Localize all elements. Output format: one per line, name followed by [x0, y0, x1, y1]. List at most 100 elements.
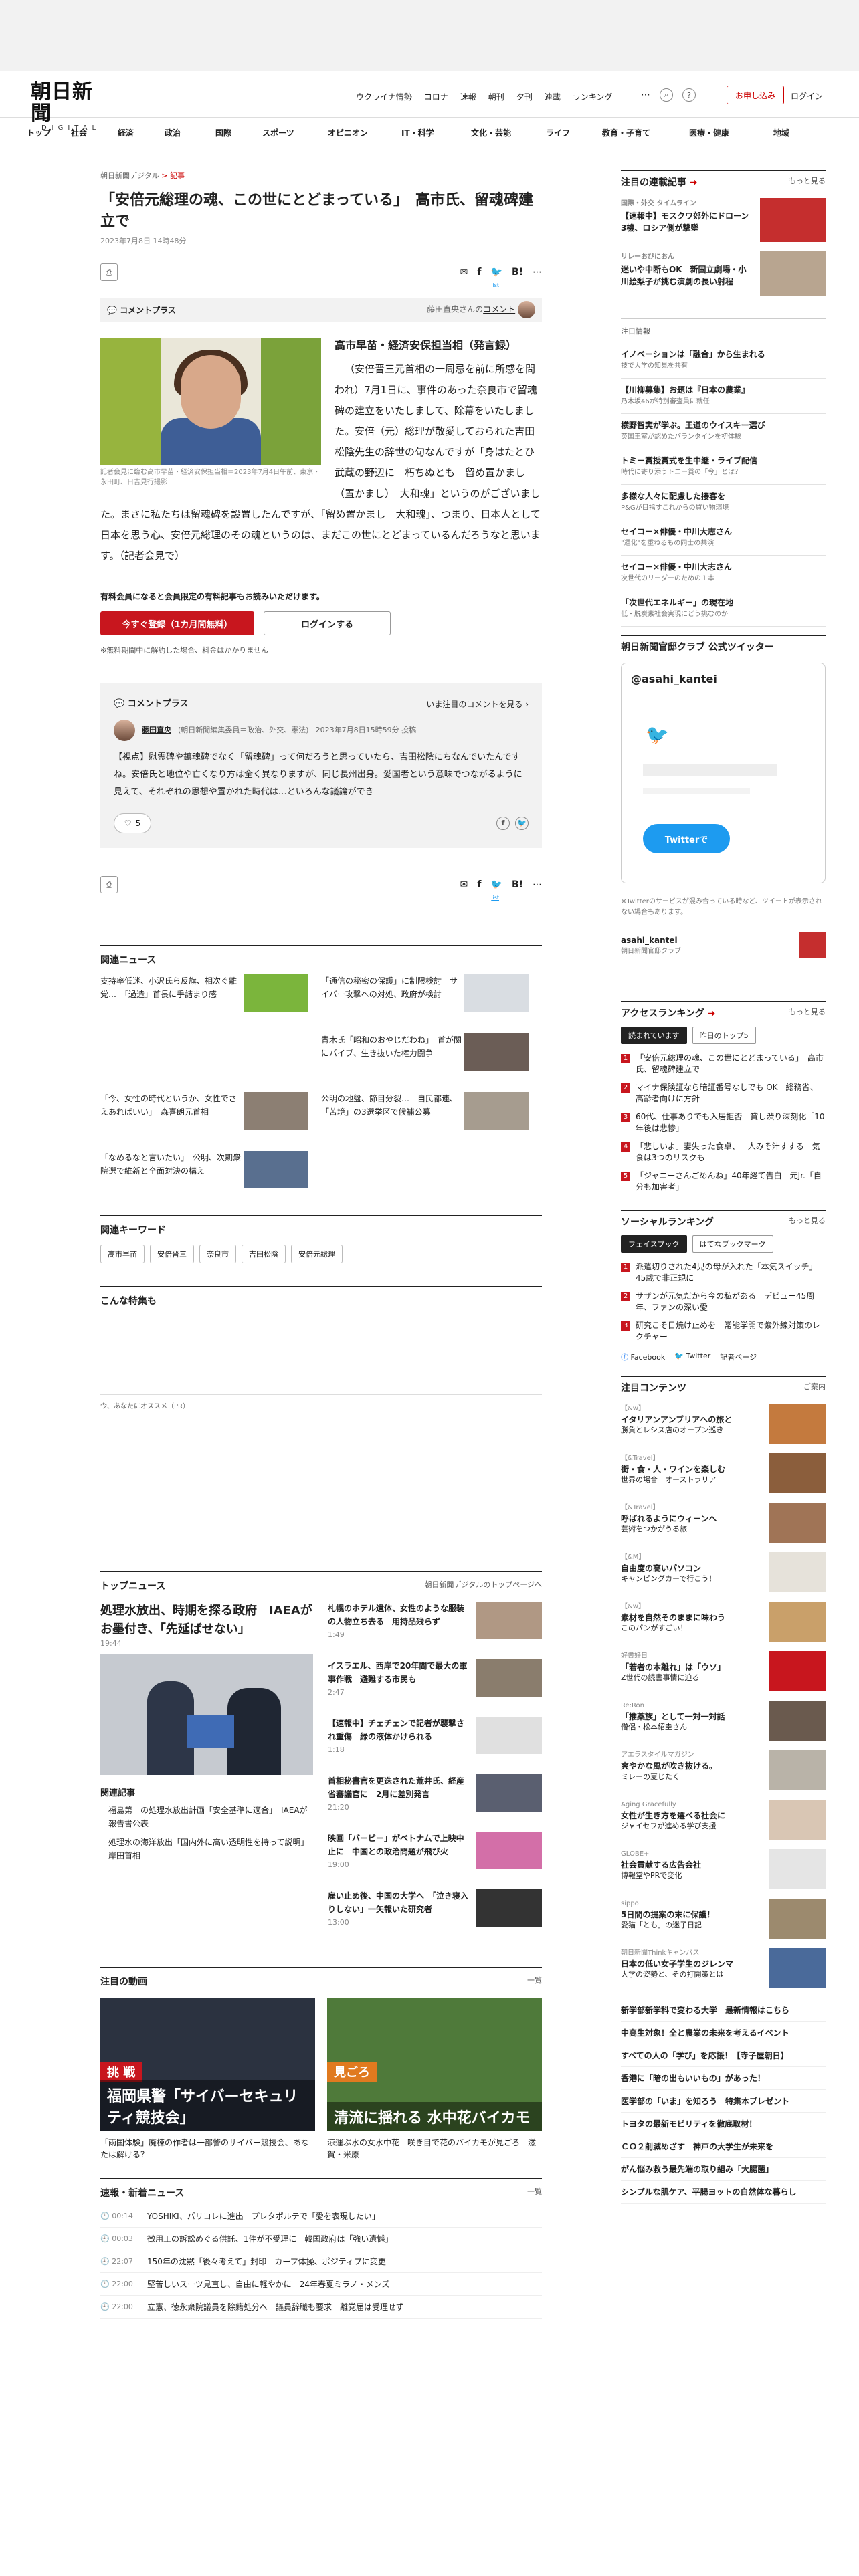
- ranking-item[interactable]: 3 60代、仕事ありでも入居拒否 貸し渋り深刻化「10年後は悲惨」: [621, 1108, 826, 1138]
- ranking-item[interactable]: 2 サザンが元気だから今の私がある デビュー45周年、ファンの深い愛: [621, 1287, 826, 1317]
- nav-item[interactable]: コロナ: [424, 91, 448, 102]
- related-item[interactable]: 「通信の秘密の保護」に制限検討 サイバー攻撃への対処、政府が検討: [321, 974, 542, 1033]
- keyword-tag[interactable]: 吉田松陰: [242, 1245, 286, 1263]
- twitter-handle[interactable]: @asahi_kantei: [622, 663, 825, 695]
- ranking-item[interactable]: 2 マイナ保険証なら暗証番号なしでも OK 総務省、高齢者向けに方針: [621, 1079, 826, 1108]
- top-news-lead-image[interactable]: [100, 1654, 313, 1775]
- ranking-item[interactable]: 5 「ジャニーさんごめんね」40年経て告白 元Jr.「自分も加害者」: [621, 1167, 826, 1196]
- more-link-item[interactable]: トヨタの最新モビリティを徹底取材！: [621, 2113, 826, 2135]
- tab-yesterday-top5[interactable]: 昨日のトップ5: [692, 1027, 756, 1044]
- content-item[interactable]: Re:Ron 「推薬族」として一対一対話 僧侶・松本紹圭さん: [621, 1701, 826, 1741]
- twitter-icon[interactable]: 🐦: [491, 267, 502, 278]
- tab-hatena[interactable]: はてなブックマーク: [692, 1235, 773, 1253]
- category-item[interactable]: 教育・子育て: [602, 127, 689, 138]
- nav-item[interactable]: ウクライナ情勢: [356, 91, 412, 102]
- promo-item[interactable]: トミー賞授賞式を生中継・ライブ配信 時代に寄り添うトニー賞の「今」とは？: [621, 449, 826, 485]
- content-item[interactable]: sippo 5日間の提案の末に保護！ 愛猫「とも」の迷子日記: [621, 1899, 826, 1939]
- contents-more-link[interactable]: ご案内: [803, 1381, 826, 1394]
- hatena-icon[interactable]: B!: [512, 267, 523, 278]
- login-link[interactable]: ログイン: [791, 90, 823, 102]
- more-link-item[interactable]: 新学部新学科で変わる大学 最新情報はこちら: [621, 1999, 826, 2022]
- category-item[interactable]: ライフ: [546, 127, 602, 138]
- promo-item[interactable]: 横野智実が学ぶ。王道のウイスキー選び 英国王室が認めたバランタインを初体験: [621, 414, 826, 449]
- more-link-item[interactable]: 中高生対象！全と農業の未来を考えるイベント: [621, 2022, 826, 2044]
- mail-icon[interactable]: ✉: [460, 879, 468, 890]
- content-item[interactable]: 【&w】 イタリアンアンブリアへの旅と 勝負とレシス店のオープン巡き: [621, 1404, 826, 1444]
- search-icon[interactable]: ⌕: [660, 88, 673, 102]
- ranking-item[interactable]: 4 「悲しいよ」妻失った食卓、一人みそ汁すする 気食は3つのリスクも: [621, 1138, 826, 1167]
- category-item[interactable]: 医療・健康: [689, 127, 773, 138]
- more-share-icon[interactable]: ⋯: [533, 267, 542, 278]
- ranking-more-link[interactable]: もっと見る: [789, 1006, 826, 1020]
- related-item[interactable]: 支持率低迷、小沢氏ら反旗、相次ぐ離党… 「過造」首長に手詰まり感: [100, 974, 321, 1033]
- social-more-link[interactable]: もっと見る: [789, 1215, 826, 1228]
- top-news-item[interactable]: 【速報中】チェチェンで記者が襲撃され重傷 緑の液体かけられる 1:18: [328, 1717, 542, 1774]
- related-item[interactable]: 青木氏「昭和のおやじだわね」 首が関にパイプ、生き抜いた権力闘争: [321, 1033, 542, 1092]
- register-button[interactable]: お申し込み: [727, 86, 784, 104]
- more-link-item[interactable]: 医学部の「いま」を知ろう 特集本プレゼント: [621, 2090, 826, 2113]
- content-item[interactable]: 【&Travel】 呼ばれるようにウィーンへ 芸術をつかがうる旅: [621, 1503, 826, 1543]
- related-item[interactable]: 「今、女性の時代というか、女性でさえあればいい」 森喜朗元首相: [100, 1092, 321, 1151]
- related-item[interactable]: 「なめるなと言いたい」 公明、次期衆院選で維新と全面対決の構え: [100, 1151, 321, 1210]
- promo-item[interactable]: 多様な人々に配慮した接客を P&Gが目指すこれからの買い物環境: [621, 485, 826, 520]
- category-item[interactable]: オピニオン: [328, 127, 401, 138]
- category-item[interactable]: 経済: [118, 127, 165, 138]
- facebook-link[interactable]: ⓕ Facebook: [621, 1352, 665, 1362]
- content-item[interactable]: 【&w】 素材を自然そのままに味わう このパンがすごい！: [621, 1602, 826, 1642]
- twitter-link[interactable]: 🐦 Twitter: [674, 1352, 710, 1362]
- related-item[interactable]: 公明の地盤、節目分裂… 自民都連、「苦境」の3選挙区で候補公募: [321, 1092, 542, 1151]
- twitter-icon[interactable]: 🐦: [491, 879, 502, 890]
- content-item[interactable]: 好書好日 「若者の本離れ」は「ウソ」 Z世代の読書事情に迫る: [621, 1651, 826, 1691]
- series-more-link[interactable]: もっと見る: [789, 175, 826, 189]
- breaking-more-link[interactable]: 一覧: [527, 2186, 542, 2199]
- tab-most-read[interactable]: 読まれています: [621, 1027, 687, 1044]
- promo-item[interactable]: イノベーションは「融合」から生まれる 技で大学の知見を共有: [621, 343, 826, 379]
- list-link[interactable]: list: [100, 282, 542, 288]
- breaking-item[interactable]: 🕘 00:03 徴用工の訴訟めぐる供託、1件が不受理に 韓国政府は「強い遺憾」: [100, 2228, 542, 2250]
- promo-item[interactable]: 【川柳募集】お題は『日本の農業』 乃木坂46が特別審査員に就任: [621, 379, 826, 414]
- breadcrumb-site[interactable]: 朝日新聞デジタル: [100, 171, 159, 180]
- content-item[interactable]: アエラスタイルマガジン 爽やかな風が吹き抜ける。 ミレーの夏じたく: [621, 1750, 826, 1790]
- nav-item[interactable]: 朝刊: [488, 91, 504, 102]
- ranking-item[interactable]: 1 派遣切りされた4児の母が入れた「本気スイッチ」 45歳で非正規に: [621, 1258, 826, 1287]
- article-photo[interactable]: 記者会見に臨む高市早苗・経済安保担当相＝2023年7月4日午前、東京・永田町、日…: [100, 338, 321, 488]
- breaking-item[interactable]: 🕘 00:14 YOSHIKI、パリコレに進出 プレタポルテで「愛を表現したい」: [100, 2205, 542, 2228]
- series-item[interactable]: リレーおぴにおん 迷いや中断もOK 新国立劇場・小川絵梨子が挑む演劇の長い射程: [621, 251, 826, 296]
- tab-facebook[interactable]: フェイスブック: [621, 1235, 687, 1253]
- content-item[interactable]: GLOBE+ 社会貢献する広告会社 博報堂やPRで変化: [621, 1849, 826, 1889]
- breaking-item[interactable]: 🕘 22:07 150年の沈黙「後々考えて」封印 カープ体操、ポジティブに変更: [100, 2250, 542, 2273]
- top-news-item[interactable]: 映画「バービー」がベトナムで上映中止に 中国との政治問題が飛び火 19:00: [328, 1832, 542, 1889]
- top-news-item[interactable]: 首相秘書官を更迭された荒井氏、経産省審議官に 2月に差別発言 21:20: [328, 1774, 542, 1832]
- breaking-item[interactable]: 🕘 22:00 堅苦しいスーツ見直し、自由に軽やかに 24年春夏ミラノ・メンズ: [100, 2273, 542, 2296]
- twitter-follow-button[interactable]: Twitterで: [643, 824, 730, 853]
- facebook-icon[interactable]: f: [477, 267, 481, 278]
- ranking-item[interactable]: 1 「安倍元総理の魂、この世にとどまっている」 高市氏、留魂碑建立で: [621, 1049, 826, 1079]
- asahi-logo[interactable]: 朝日新聞 DIGITAL: [31, 82, 111, 132]
- hatena-icon[interactable]: B!: [512, 879, 523, 890]
- subscribe-button[interactable]: 今すぐ登録（1カ月間無料）: [100, 611, 254, 635]
- content-item[interactable]: 朝日新聞Thinkキャンパス 日本の低い女子学生のジレンマ 大学の姿勢と、その打開策…: [621, 1948, 826, 1988]
- category-item[interactable]: スポーツ: [262, 127, 328, 138]
- more-link-item[interactable]: がん悩み救う最先端の取り組み「大腸菌」: [621, 2158, 826, 2181]
- breaking-item[interactable]: 🕘 22:00 立憲、徳永衆院議員を除籍処分へ 議員辞職も要求 離党届は受理せず: [100, 2296, 542, 2319]
- content-item[interactable]: 【&Travel】 街・食・人・ワインを楽しむ 世界の場合 オーストラリア: [621, 1453, 826, 1493]
- view-all-comments-link[interactable]: いま注目のコメントを見る ›: [426, 695, 529, 713]
- facebook-icon[interactable]: f: [496, 817, 510, 830]
- nav-item[interactable]: ランキング: [573, 91, 613, 102]
- breadcrumb-category[interactable]: 記事: [170, 171, 185, 180]
- video-item[interactable]: 見ごろ 清流に揺れる 水中花バイカモ 涼運ぶ水の女水中花 咲き目で花のバイカモが…: [327, 1998, 542, 2161]
- more-link-item[interactable]: すべての人の「学び」を応援！【寺子屋朝日】: [621, 2044, 826, 2067]
- twitter-icon[interactable]: 🐦: [515, 817, 529, 830]
- mail-icon[interactable]: ✉: [460, 267, 468, 278]
- more-link-item[interactable]: 香港に「暗の出もいいもの」があった！: [621, 2067, 826, 2090]
- promo-item[interactable]: 「次世代エネルギー」の現在地 低・脱炭素社会実現にどう挑むのか: [621, 591, 826, 627]
- top-news-item[interactable]: 札幌のホテル遺体、女性のような服装の人物立ち去る 用持品残らず 1:49: [328, 1602, 542, 1659]
- related-article-link[interactable]: 処理水の海洋放出「国内外に高い透明性を持って説明」 岸田首相: [100, 1836, 313, 1862]
- top-page-link[interactable]: 朝日新聞デジタルのトップページへ: [424, 1579, 542, 1592]
- videos-more-link[interactable]: 一覧: [527, 1975, 542, 1988]
- content-item[interactable]: Aging Gracefully 女性が生き方を選べる社会に ジャイセフが進める学び…: [621, 1800, 826, 1840]
- like-button[interactable]: ♡ 5: [114, 813, 151, 833]
- category-item[interactable]: 地域: [773, 127, 789, 138]
- video-item[interactable]: 挑 戦 福岡県警「サイバーセキュリティ競技会」 「雨国体験」廃棟の作者は一部警の…: [100, 1998, 315, 2161]
- nav-item[interactable]: 連載: [545, 91, 561, 102]
